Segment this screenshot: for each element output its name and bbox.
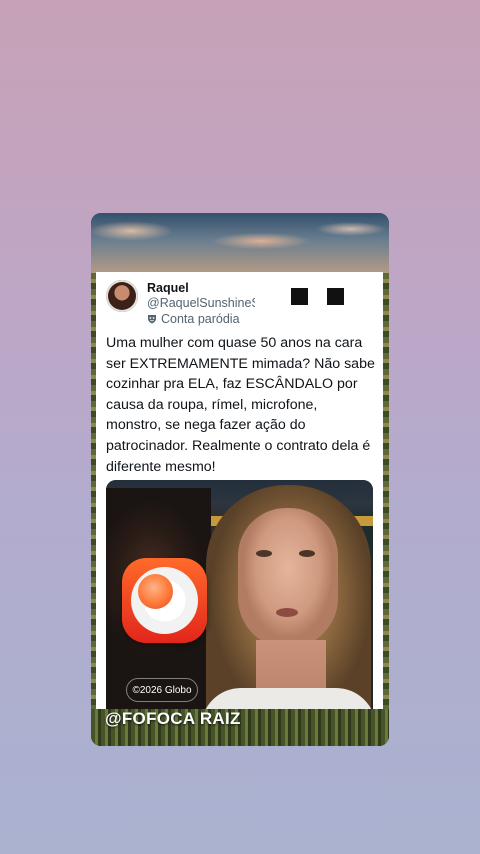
- globo-logo-icon: [122, 558, 207, 643]
- parody-account-label: Conta paródia: [147, 312, 240, 326]
- author-name[interactable]: Raquel: [147, 281, 189, 295]
- watermark-label: @FOFOCA RAIZ: [105, 709, 241, 728]
- media-person-mouth: [276, 608, 298, 617]
- media-person-eye: [256, 550, 272, 557]
- tweet-card[interactable]: Raquel @RaquelSunshineS Conta paródia Um…: [96, 272, 383, 720]
- story-card: Raquel @RaquelSunshineS Conta paródia Um…: [91, 213, 389, 746]
- globo-logo-center: [138, 574, 173, 609]
- parody-label-text: Conta paródia: [161, 312, 240, 326]
- grass-background-right: [383, 273, 389, 713]
- author-handle[interactable]: @RaquelSunshineS: [147, 296, 255, 310]
- tweet-text: Uma mulher com quase 50 anos na cara ser…: [106, 335, 375, 475]
- redaction-block: [291, 288, 308, 305]
- mask-icon: [147, 314, 157, 324]
- story-screen: { "tweet": { "author_name": "Raquel", "a…: [0, 0, 480, 854]
- tweet-media-image[interactable]: ©2026 Globo: [106, 480, 373, 720]
- sky-background: [91, 213, 389, 273]
- author-avatar[interactable]: [106, 280, 138, 312]
- media-person-eye: [299, 550, 315, 557]
- redaction-block: [327, 288, 344, 305]
- media-person-face: [238, 508, 338, 648]
- copyright-tag: ©2026 Globo: [126, 678, 198, 702]
